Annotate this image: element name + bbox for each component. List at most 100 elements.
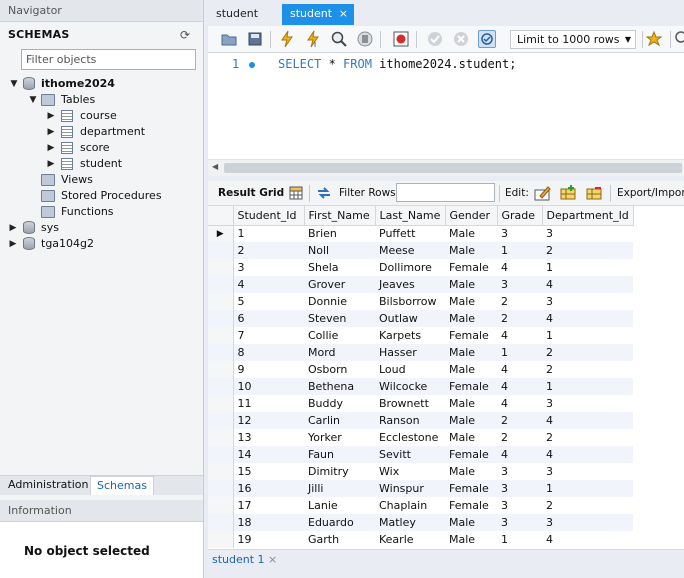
table-cell[interactable]: Chaplain (375, 497, 445, 514)
table-cell[interactable]: Outlaw (375, 310, 445, 327)
scroll-left-icon[interactable]: ◀ (212, 162, 218, 171)
table-cell[interactable]: Sevitt (375, 446, 445, 463)
table-cell[interactable]: Osborn (304, 361, 375, 378)
row-header[interactable] (208, 395, 234, 412)
table-cell[interactable]: Female (445, 327, 497, 344)
tree-node-table[interactable]: ▶ course (0, 108, 203, 124)
table-cell[interactable]: Male (445, 361, 497, 378)
result-grid[interactable]: Student_Id First_Name Last_Name Gender G… (208, 206, 684, 549)
table-cell[interactable]: 9 (233, 361, 304, 378)
table-cell[interactable]: Ecclestone (375, 429, 445, 446)
table-cell[interactable]: 3 (497, 463, 542, 480)
table-cell[interactable]: 1 (497, 344, 542, 361)
table-cell[interactable]: Male (445, 225, 497, 242)
row-header[interactable] (208, 531, 234, 548)
row-header[interactable] (208, 429, 234, 446)
table-cell[interactable]: 2 (542, 344, 633, 361)
open-file-icon[interactable] (220, 30, 238, 48)
table-row[interactable]: 14 Faun Sevitt Female 4 4 (208, 446, 633, 463)
table-row[interactable]: 3 Shela Dollimore Female 4 1 (208, 259, 633, 276)
table-cell[interactable]: 3 (497, 480, 542, 497)
filter-objects-input[interactable] (21, 49, 196, 70)
table-cell[interactable]: Male (445, 531, 497, 548)
column-header[interactable]: Grade (497, 206, 543, 226)
table-row[interactable]: 8 Mord Hasser Male 1 2 (208, 344, 633, 361)
table-cell[interactable]: 18 (233, 514, 304, 531)
row-header[interactable] (208, 378, 234, 395)
table-cell[interactable]: Female (445, 480, 497, 497)
execute-current-icon[interactable]: I (304, 30, 322, 49)
table-row[interactable]: 18 Eduardo Matley Male 3 3 (208, 514, 633, 531)
refresh-schemas-icon[interactable]: ⟳ (178, 28, 192, 42)
table-cell[interactable]: 11 (233, 395, 304, 412)
table-cell[interactable]: 4 (497, 327, 542, 344)
tab-schemas[interactable]: Schemas (90, 476, 154, 495)
collapsed-arrow-icon[interactable]: ▶ (8, 223, 18, 233)
row-header[interactable] (208, 344, 234, 361)
table-cell[interactable]: 4 (233, 276, 304, 293)
table-cell[interactable]: 3 (542, 395, 633, 412)
table-cell[interactable]: Male (445, 514, 497, 531)
table-cell[interactable]: 13 (233, 429, 304, 446)
table-row[interactable]: 11 Buddy Brownett Male 4 3 (208, 395, 633, 412)
table-cell[interactable]: 1 (542, 378, 633, 395)
table-cell[interactable]: Buddy (304, 395, 375, 412)
explain-icon[interactable] (330, 30, 348, 48)
tree-node-tga104g2[interactable]: ▶ tga104g2 (0, 236, 203, 252)
table-cell[interactable]: 5 (233, 293, 304, 310)
table-cell[interactable]: 2 (233, 242, 304, 259)
table-row[interactable]: 15 Dimitry Wix Male 3 3 (208, 463, 633, 480)
table-cell[interactable]: Ranson (375, 412, 445, 429)
table-cell[interactable]: Carlin (304, 412, 375, 429)
table-cell[interactable]: Faun (304, 446, 375, 463)
table-cell[interactable]: Dollimore (375, 259, 445, 276)
table-cell[interactable]: Matley (375, 514, 445, 531)
tree-node-ithome2024[interactable]: ▼ ithome2024 (0, 76, 203, 92)
sql-editor[interactable]: 1 SELECT * FROM ithome2024.student; (208, 53, 684, 159)
table-cell[interactable]: Male (445, 293, 497, 310)
close-tab-icon[interactable]: × (339, 4, 348, 24)
table-cell[interactable]: Winspur (375, 480, 445, 497)
table-cell[interactable]: Male (445, 463, 497, 480)
table-cell[interactable]: Steven (304, 310, 375, 327)
table-row[interactable]: 5 Donnie Bilsborrow Male 2 3 (208, 293, 633, 310)
table-cell[interactable]: 19 (233, 531, 304, 548)
table-cell[interactable]: Female (445, 446, 497, 463)
table-cell[interactable]: 10 (233, 378, 304, 395)
tree-node-sys[interactable]: ▶ sys (0, 220, 203, 236)
row-header[interactable] (208, 463, 234, 480)
table-cell[interactable]: Kearle (375, 531, 445, 548)
column-header[interactable]: Last_Name (375, 206, 446, 226)
table-cell[interactable]: Eduardo (304, 514, 375, 531)
table-cell[interactable]: 1 (542, 259, 633, 276)
grid-view-icon[interactable] (287, 184, 305, 202)
table-row[interactable]: 10 Bethena Wilcocke Female 4 1 (208, 378, 633, 395)
row-header[interactable] (208, 242, 234, 259)
table-cell[interactable]: 1 (497, 242, 542, 259)
table-cell[interactable]: 2 (542, 429, 633, 446)
table-cell[interactable]: Male (445, 310, 497, 327)
collapsed-arrow-icon[interactable]: ▶ (46, 159, 56, 169)
collapsed-arrow-icon[interactable]: ▶ (46, 127, 56, 137)
table-row[interactable]: 2 Noll Meese Male 1 2 (208, 242, 633, 259)
table-cell[interactable]: Female (445, 378, 497, 395)
tree-node-table[interactable]: ▶ score (0, 140, 203, 156)
table-row[interactable]: 17 Lanie Chaplain Female 3 2 (208, 497, 633, 514)
scrollbar-thumb[interactable] (224, 163, 682, 173)
row-header[interactable] (208, 310, 234, 327)
table-cell[interactable]: Brownett (375, 395, 445, 412)
table-cell[interactable]: Hasser (375, 344, 445, 361)
row-header[interactable] (208, 412, 234, 429)
row-header[interactable] (208, 259, 234, 276)
row-header[interactable] (208, 514, 234, 531)
table-cell[interactable]: 17 (233, 497, 304, 514)
stop-icon[interactable] (356, 30, 374, 48)
table-cell[interactable]: Collie (304, 327, 375, 344)
table-cell[interactable]: 3 (542, 463, 633, 480)
table-cell[interactable]: 1 (542, 480, 633, 497)
table-cell[interactable]: 4 (497, 361, 542, 378)
table-cell[interactable]: Jeaves (375, 276, 445, 293)
table-cell[interactable]: 3 (497, 225, 542, 242)
tree-node-tables[interactable]: ▼ Tables (0, 92, 203, 108)
table-cell[interactable]: Karpets (375, 327, 445, 344)
